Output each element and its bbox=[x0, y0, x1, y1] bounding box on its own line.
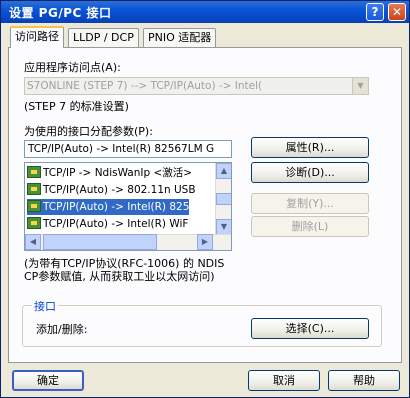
dialog-window: 设置 PG/PC 接口 ? ✕ 访问路径 LLDP / DCP PNIO 适配器… bbox=[0, 0, 410, 398]
scroll-left-icon[interactable]: ◀ bbox=[25, 234, 41, 250]
access-point-label: 应用程序访问点(A): bbox=[24, 61, 121, 74]
chevron-down-icon: ▼ bbox=[352, 78, 368, 94]
list-item[interactable]: TCP/IP -> NdisWanIp <激活> bbox=[27, 165, 192, 181]
network-adapter-icon bbox=[27, 166, 41, 178]
horizontal-scrollbar[interactable]: ◀ ▶ bbox=[25, 234, 231, 250]
scroll-right-icon[interactable]: ▶ bbox=[197, 234, 213, 250]
description-text: (为带有TCP/IP协议(RFC-1006) 的 NDIS CP参数赋值, 从而… bbox=[24, 257, 225, 283]
add-remove-label: 添加/删除: bbox=[36, 323, 88, 336]
scroll-down-icon[interactable]: ▼ bbox=[216, 219, 231, 235]
access-point-value: S7ONLINE (STEP 7) --> TCP/IP(Auto) -> In… bbox=[27, 80, 263, 92]
scroll-up-icon[interactable]: ▲ bbox=[216, 163, 231, 179]
window-title: 设置 PG/PC 接口 bbox=[9, 6, 112, 20]
title-bar[interactable]: 设置 PG/PC 接口 ? ✕ bbox=[1, 1, 409, 23]
close-icon[interactable]: ✕ bbox=[388, 3, 406, 21]
delete-button[interactable]: 删除(L) bbox=[251, 216, 369, 237]
diagnostics-button[interactable]: 诊断(D)... bbox=[251, 162, 369, 183]
select-button[interactable]: 选择(C)... bbox=[251, 318, 369, 339]
help-button[interactable]: 帮助 bbox=[328, 370, 400, 391]
list-item-selected[interactable]: TCP/IP(Auto) -> Intel(R) 825 bbox=[27, 199, 190, 215]
ok-button[interactable]: 确定 bbox=[12, 370, 84, 391]
access-point-select[interactable]: S7ONLINE (STEP 7) --> TCP/IP(Auto) -> In… bbox=[24, 77, 369, 95]
interface-group-title: 接口 bbox=[32, 298, 58, 314]
help-icon[interactable]: ? bbox=[366, 3, 384, 21]
interface-list[interactable]: TCP/IP -> NdisWanIp <激活> TCP/IP(Auto) ->… bbox=[24, 162, 232, 251]
properties-button[interactable]: 属性(R)... bbox=[251, 137, 369, 158]
list-item[interactable]: TCP/IP(Auto) -> Intel(R) WiF bbox=[27, 216, 188, 232]
list-item[interactable]: TCP/IP(Auto) -> 802.11n USB bbox=[27, 182, 196, 198]
scroll-thumb[interactable] bbox=[216, 193, 231, 205]
tab-access-path[interactable]: 访问路径 bbox=[10, 26, 64, 48]
network-adapter-icon bbox=[27, 217, 41, 229]
network-adapter-icon bbox=[27, 200, 41, 212]
tab-pnio-adapter[interactable]: PNIO 适配器 bbox=[143, 28, 217, 47]
network-adapter-icon bbox=[27, 183, 41, 195]
parameter-label: 为使用的接口分配参数(P): bbox=[24, 125, 153, 138]
cancel-button[interactable]: 取消 bbox=[248, 370, 320, 391]
vertical-scrollbar[interactable]: ▲ ▼ bbox=[215, 163, 231, 236]
access-point-hint: (STEP 7 的标准设置) bbox=[24, 100, 129, 113]
tab-lldp-dcp[interactable]: LLDP / DCP bbox=[68, 28, 139, 47]
scroll-thumb[interactable] bbox=[43, 234, 157, 250]
parameter-field[interactable]: TCP/IP(Auto) -> Intel(R) 82567LM G bbox=[24, 140, 232, 158]
copy-button[interactable]: 复制(Y)... bbox=[251, 193, 369, 214]
